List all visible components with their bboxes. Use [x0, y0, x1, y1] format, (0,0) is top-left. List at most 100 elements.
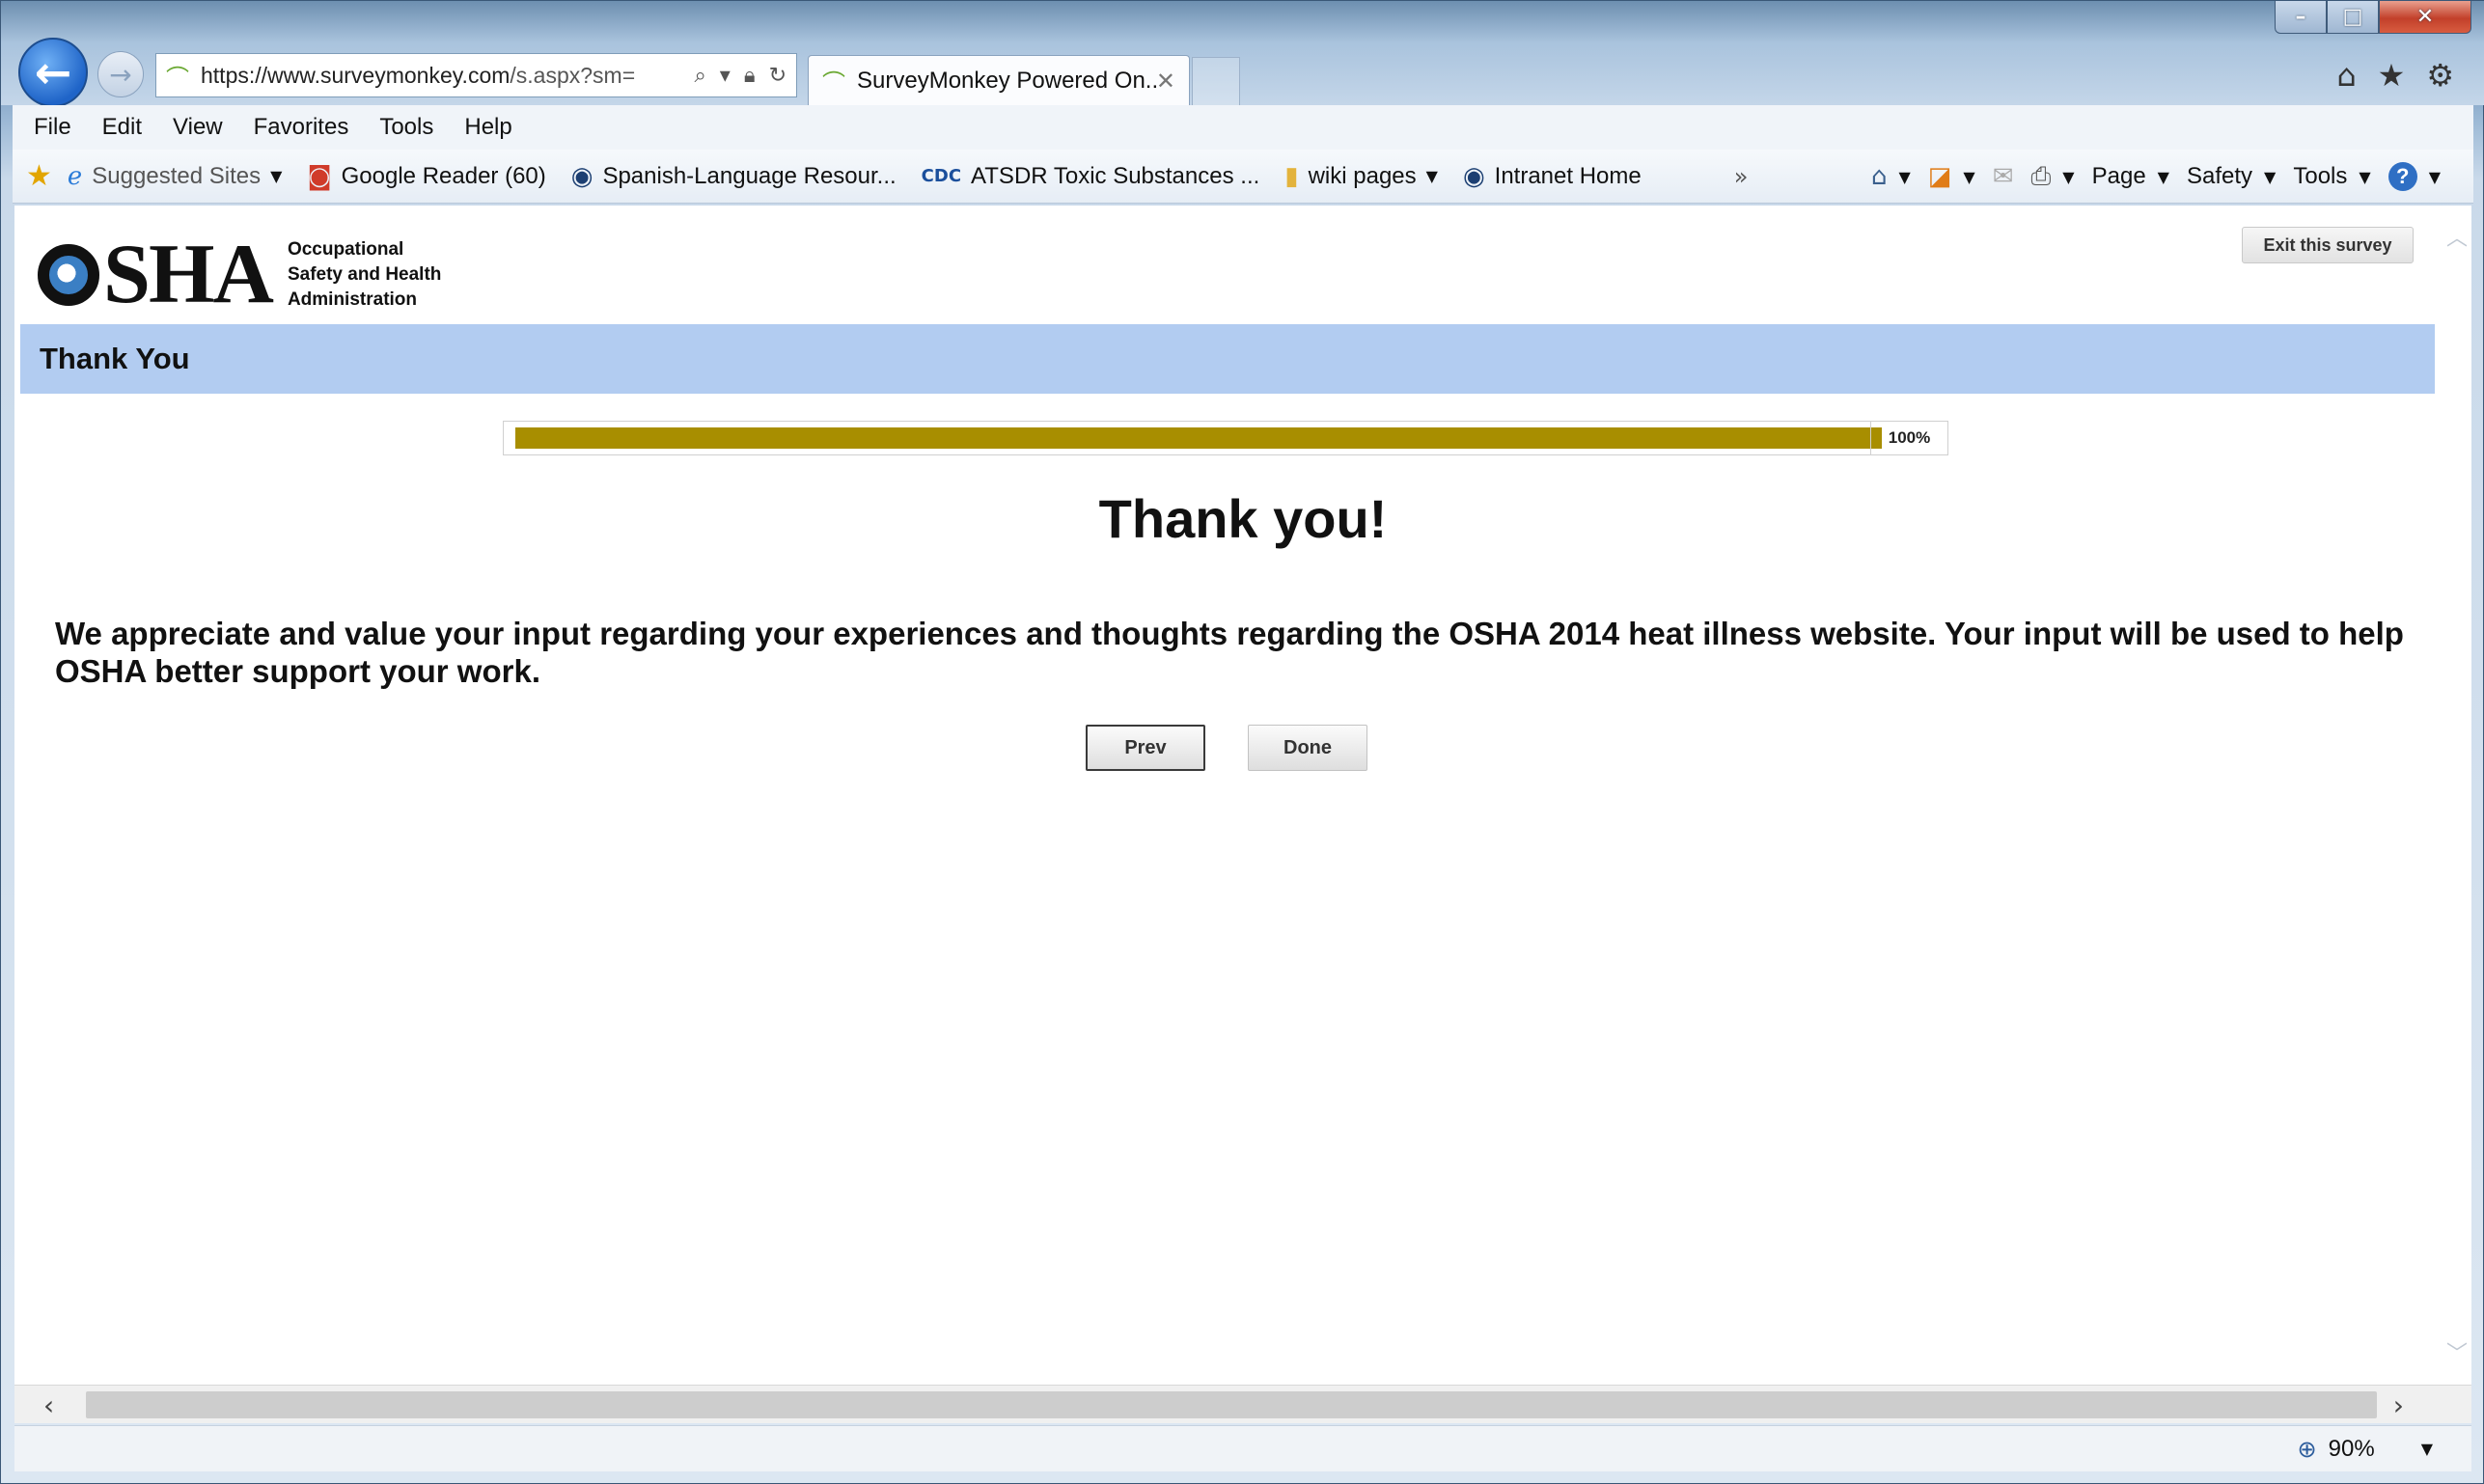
favorite-label: Intranet Home — [1494, 162, 1642, 189]
menu-bar: File Edit View Favorites Tools Help — [13, 105, 2473, 150]
menu-file[interactable]: File — [34, 114, 71, 141]
agency-name: Occupational Safety and Health Administr… — [288, 237, 441, 313]
osha-icon: ◉ — [1462, 161, 1485, 191]
horizontal-scrollbar[interactable]: ‹ › — [14, 1385, 2471, 1423]
forward-button[interactable]: → — [97, 51, 144, 97]
back-arrow-icon: ← — [34, 46, 72, 98]
agency-name-line1: Occupational — [287, 239, 404, 260]
tab-title: SurveyMonkey Powered On... — [857, 67, 1156, 94]
close-window-button[interactable]: ✕ — [2379, 1, 2471, 34]
page-menu[interactable]: Page — [2092, 163, 2146, 190]
favorite-label: Suggested Sites — [92, 162, 262, 189]
mail-icon[interactable]: ✉ — [1993, 162, 2014, 191]
home-icon[interactable]: ⌂ — [2336, 57, 2356, 94]
favorite-spanish-language[interactable]: ◉ Spanish-Language Resour... — [571, 162, 897, 191]
add-favorites-star-icon[interactable]: ★ — [26, 159, 52, 193]
osha-logo-mark: SHA — [38, 228, 274, 321]
chevron-down-icon: ▼ — [1425, 167, 1438, 185]
exit-survey-button[interactable]: Exit this survey — [2242, 227, 2414, 263]
prev-button[interactable]: Prev — [1086, 725, 1205, 771]
minimize-button[interactable]: – — [2275, 1, 2327, 34]
home-icon[interactable]: ⌂ — [1871, 162, 1888, 191]
done-button[interactable]: Done — [1248, 725, 1367, 771]
print-icon[interactable]: ⎙ — [2030, 162, 2051, 192]
dropdown-icon[interactable]: ▾ — [720, 64, 731, 88]
thank-you-message: We appreciate and value your input regar… — [55, 616, 2404, 689]
favorites-bar: ★ ℯ Suggested Sites ▼ ◙ Google Reader (6… — [13, 150, 2473, 204]
menu-help[interactable]: Help — [464, 114, 511, 141]
favorite-intranet-home[interactable]: ◉ Intranet Home — [1463, 162, 1642, 191]
thank-you-heading: Thank you! — [1098, 488, 1388, 549]
help-icon[interactable]: ? — [2387, 162, 2417, 191]
page-header: Thank You — [20, 324, 2435, 394]
zoom-icon[interactable]: ⊕ — [2298, 1436, 2317, 1463]
new-tab-button[interactable] — [1192, 57, 1240, 105]
folder-icon: ▮ — [1284, 161, 1299, 191]
address-url-rest: /s.aspx?sm= — [510, 62, 636, 88]
agency-name-line3: Administration — [287, 289, 418, 310]
search-icon[interactable]: ⌕ — [694, 64, 705, 88]
forward-arrow-icon: → — [109, 58, 132, 91]
favorite-wiki-pages[interactable]: ▮ wiki pages ▼ — [1284, 162, 1438, 191]
status-bar: ⊕ 90% ▼ — [14, 1425, 2471, 1471]
favorite-google-reader[interactable]: ◙ Google Reader (60) — [307, 162, 545, 191]
scroll-left-icon[interactable]: ‹ — [43, 1389, 54, 1421]
favorite-suggested-sites[interactable]: ℯ Suggested Sites ▼ — [68, 162, 283, 191]
maximize-button[interactable]: □ — [2327, 1, 2379, 34]
favorite-label: Google Reader (60) — [341, 162, 546, 189]
chevron-down-icon[interactable]: ▼ — [1898, 168, 1910, 186]
vertical-scrollbar[interactable]: ︿ ﹀ — [2443, 206, 2471, 1383]
address-url[interactable]: https://www.surveymonkey.com/s.aspx?sm= — [201, 63, 694, 89]
favorite-label: wiki pages — [1308, 162, 1417, 189]
progress-bar: 100% — [503, 421, 1948, 455]
ie-icon: ℯ — [67, 161, 83, 191]
menu-view[interactable]: View — [173, 114, 223, 141]
surveymonkey-tab-icon: ⌒ — [822, 70, 845, 96]
progress-fill — [515, 427, 1882, 449]
window-controls: – □ ✕ — [2275, 1, 2471, 34]
tools-menu[interactable]: Tools — [2293, 163, 2347, 190]
osha-logo: SHA Occupational Safety and Health Admin… — [38, 233, 441, 317]
chevron-down-icon[interactable]: ▼ — [2429, 168, 2441, 186]
favorite-atsdr[interactable]: CDC ATSDR Toxic Substances ... — [922, 163, 1260, 190]
agency-name-line2: Safety and Health — [287, 264, 442, 285]
menu-edit[interactable]: Edit — [102, 114, 142, 141]
favorite-label: ATSDR Toxic Substances ... — [971, 162, 1260, 189]
osha-logo-o-icon — [38, 244, 99, 306]
scroll-right-icon[interactable]: › — [2393, 1389, 2404, 1421]
horizontal-scroll-thumb[interactable] — [86, 1391, 2377, 1418]
command-bar: ⌂ ▼ ◪ ▼ ✉ ⎙ ▼ Page ▼ Safety ▼ Tools ▼ ? ▼ — [1871, 150, 2441, 204]
chevron-down-icon[interactable]: ▼ — [1963, 168, 1974, 186]
gear-icon[interactable]: ⚙ — [2426, 57, 2454, 94]
chevron-down-icon[interactable]: ▼ — [2359, 168, 2370, 186]
osha-icon: ◉ — [570, 161, 593, 191]
chevron-down-icon[interactable]: ▼ — [2421, 1440, 2433, 1458]
lock-icon[interactable]: 🔒︎ — [744, 64, 756, 88]
google-reader-icon: ◙ — [307, 161, 332, 191]
rss-feed-icon[interactable]: ◪ — [1928, 162, 1952, 191]
progress-label: 100% — [1870, 422, 1947, 454]
cdc-icon: CDC — [921, 166, 962, 186]
osha-logo-text: SHA — [103, 228, 274, 321]
favorite-label: Spanish-Language Resour... — [602, 162, 897, 189]
favorites-star-icon[interactable]: ★ — [2378, 57, 2406, 94]
chevron-down-icon[interactable]: ▼ — [2158, 168, 2169, 186]
zoom-level[interactable]: 90% — [2329, 1436, 2375, 1463]
tab-surveymonkey[interactable]: ⌒ SurveyMonkey Powered On... ✕ — [808, 55, 1190, 105]
surveymonkey-site-icon: ⌒ — [166, 65, 189, 92]
scroll-down-icon[interactable]: ﹀ — [2446, 1336, 2468, 1367]
chevron-down-icon[interactable]: ▼ — [2264, 168, 2276, 186]
refresh-icon[interactable]: ↻ — [769, 64, 787, 88]
close-tab-icon[interactable]: ✕ — [1156, 68, 1175, 95]
menu-favorites[interactable]: Favorites — [254, 114, 349, 141]
progress-track — [515, 427, 1882, 449]
scroll-up-icon[interactable]: ︿ — [2446, 221, 2468, 252]
chevron-more-icon[interactable]: » — [1734, 163, 1749, 190]
back-button[interactable]: ← — [18, 38, 88, 107]
address-url-main: https://www.surveymonkey.com — [201, 62, 511, 88]
chevron-down-icon[interactable]: ▼ — [2062, 168, 2074, 186]
address-bar[interactable]: ⌒ https://www.surveymonkey.com/s.aspx?sm… — [155, 53, 797, 97]
page-viewport: SHA Occupational Safety and Health Admin… — [14, 206, 2471, 1423]
safety-menu[interactable]: Safety — [2187, 163, 2252, 190]
menu-tools[interactable]: Tools — [379, 114, 433, 141]
